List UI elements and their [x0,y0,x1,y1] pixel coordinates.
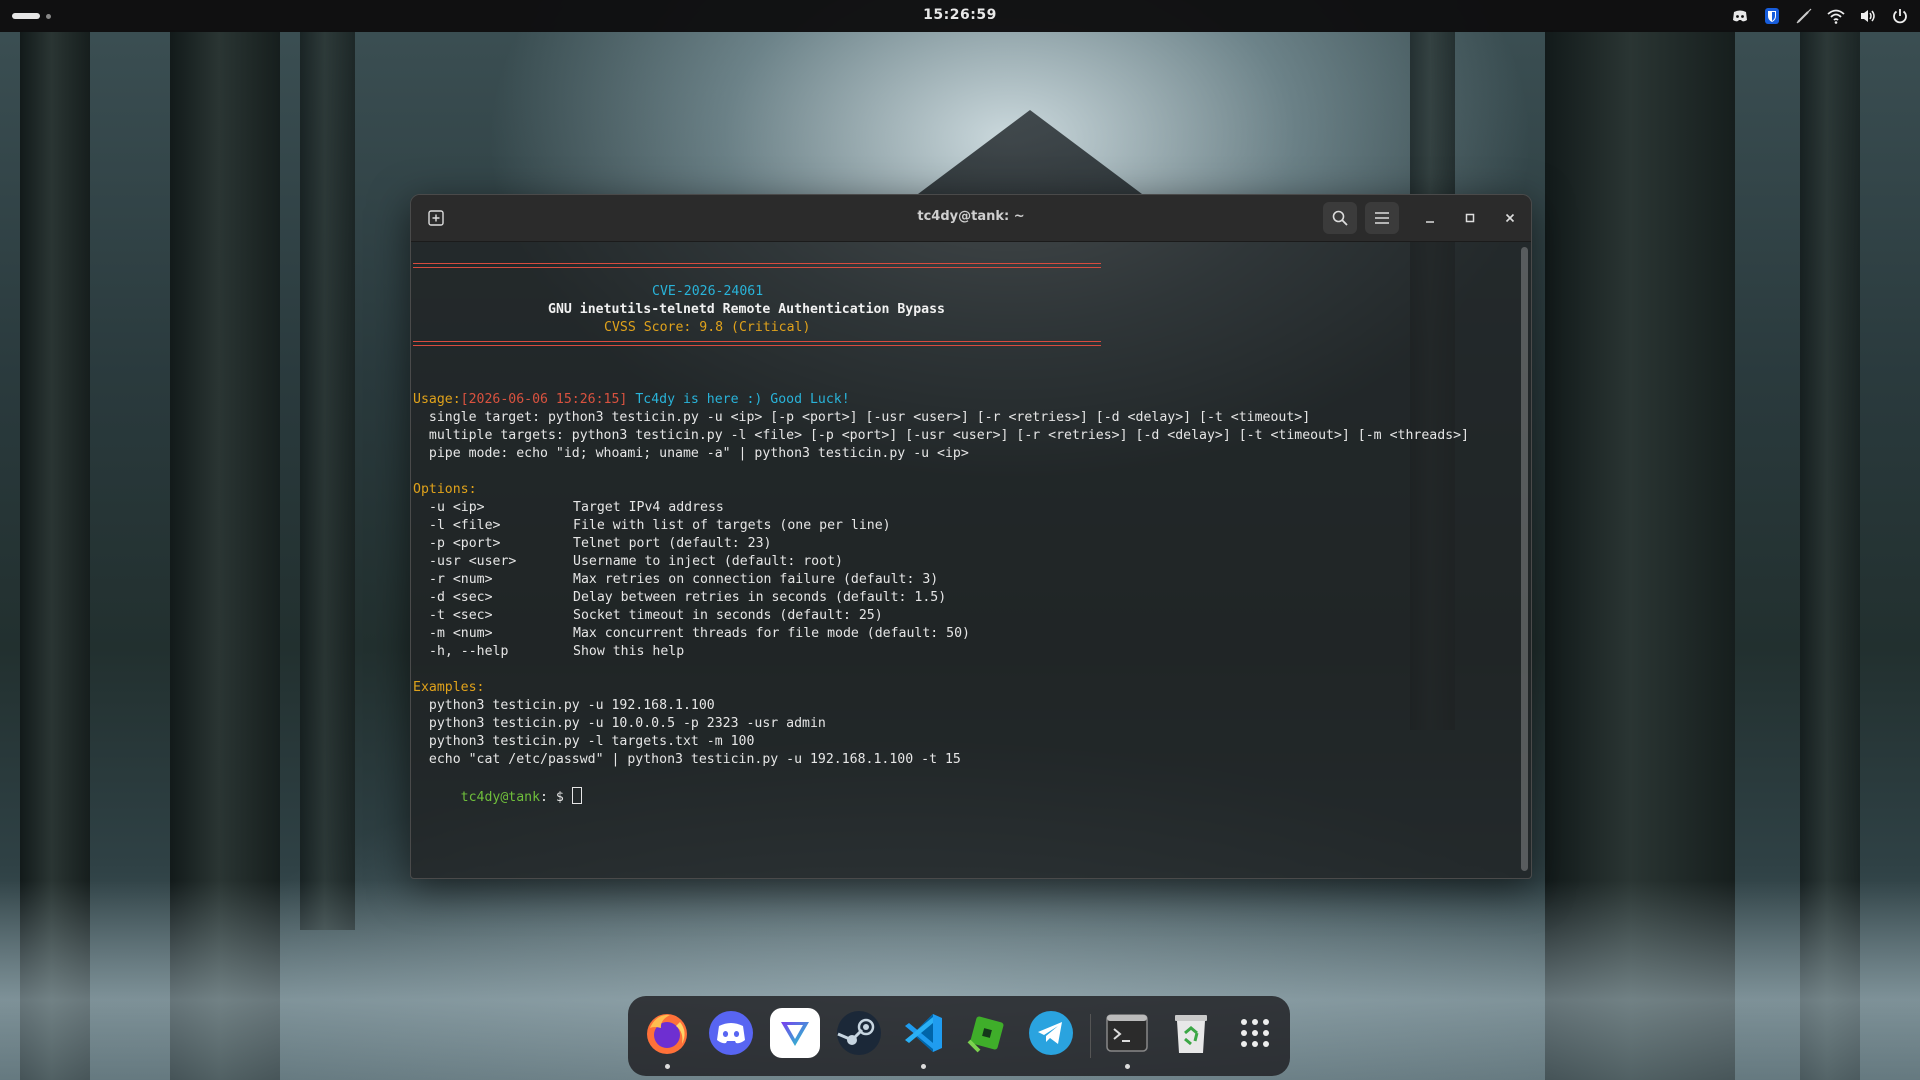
examples-header: Examples: [413,680,485,695]
menu-icon [1375,212,1389,224]
option-flag: -usr <user> [429,554,517,569]
close-button[interactable] [1497,205,1523,231]
terminal-output[interactable]: CVE-2026-24061 GNU inetutils-telnetd Rem… [411,241,1516,878]
discord-icon[interactable] [1730,6,1750,26]
example-line: echo "cat /etc/passwd" | python3 testici… [413,752,961,767]
steam-icon [837,1011,881,1055]
roblox-studio-icon [967,1016,1004,1053]
search-button[interactable] [1323,202,1357,234]
dock-roblox-studio[interactable] [962,1008,1012,1058]
example-line: python3 testicin.py -u 10.0.0.5 -p 2323 … [413,716,826,731]
dock-separator [1090,1014,1091,1058]
dock-telegram[interactable] [1026,1008,1076,1058]
dock-trash[interactable] [1166,1008,1216,1058]
volume-icon[interactable] [1858,6,1878,26]
option-desc: Socket timeout in seconds (default: 25) [573,608,883,623]
dock-discord[interactable] [706,1008,756,1058]
terminal-icon [1106,1014,1148,1052]
dock-terminal[interactable] [1102,1008,1152,1058]
maximize-button[interactable] [1457,205,1483,231]
option-desc: File with list of targets (one per line) [573,518,891,533]
option-flag: -h, --help [429,644,509,659]
maximize-icon [1465,213,1475,223]
usage-line: pipe mode: echo "id; whoami; uname -a" |… [413,446,969,461]
system-tray [1730,6,1910,26]
banner-divider-top [413,263,1101,268]
option-desc: Telnet port (default: 23) [573,536,772,551]
running-indicator [921,1064,926,1069]
vscode-icon [905,1014,942,1052]
telegram-icon [1029,1011,1073,1055]
option-flag: -m <num> [429,626,493,641]
close-icon [1505,213,1515,223]
dock-firefox[interactable] [642,1008,692,1058]
menu-button[interactable] [1365,202,1399,234]
discord-icon [709,1011,753,1055]
option-flag: -l <file> [429,518,501,533]
option-desc: Max concurrent threads for file mode (de… [573,626,970,641]
app-grid-icon [1241,1019,1269,1047]
log-message: Tc4dy is here :) Good Luck! [627,392,850,407]
option-desc: Delay between retries in seconds (defaul… [573,590,947,605]
banner-cvss: CVSS Score: 9.8 (Critical) [604,320,811,335]
dock-app-grid[interactable] [1230,1008,1280,1058]
option-desc: Username to inject (default: root) [573,554,843,569]
usage-line: single target: python3 testicin.py -u <i… [413,410,1311,425]
banner-title: GNU inetutils-telnetd Remote Authenticat… [548,302,945,317]
window-titlebar[interactable]: tc4dy@tank: ~ [411,195,1531,242]
running-indicator [1125,1064,1130,1069]
top-bar: 15:26:59 [0,0,1920,32]
option-flag: -d <sec> [429,590,493,605]
option-desc: Max retries on connection failure (defau… [573,572,939,587]
wifi-icon[interactable] [1826,6,1846,26]
prompt-symbol: : $ [540,790,572,805]
pen-off-icon[interactable] [1794,6,1814,26]
power-icon[interactable] [1890,6,1910,26]
search-icon [1332,210,1348,226]
proton-vpn-icon [781,1022,809,1046]
dock-proton-vpn[interactable] [770,1008,820,1058]
option-flag: -r <num> [429,572,493,587]
firefox-icon [647,1014,687,1054]
option-desc: Target IPv4 address [573,500,724,515]
terminal-scrollbar[interactable] [1521,247,1528,871]
dock [628,996,1290,1076]
trash-icon [1175,1015,1207,1053]
dock-steam[interactable] [834,1008,884,1058]
minimize-button[interactable] [1417,205,1443,231]
usage-header: Usage: [413,392,461,407]
option-flag: -p <port> [429,536,501,551]
option-flag: -t <sec> [429,608,493,623]
banner-divider-bottom [413,341,1101,346]
window-title: tc4dy@tank: ~ [917,209,1025,224]
terminal-window[interactable]: tc4dy@tank: ~ CVE-2026-24061 GNU inetuti… [410,194,1532,879]
example-line: python3 testicin.py -l targets.txt -m 10… [413,734,755,749]
prompt-user: tc4dy@tank [460,790,541,805]
text-cursor [571,787,582,804]
log-timestamp: [2026-06-06 15:26:15] [460,392,628,407]
clock[interactable]: 15:26:59 [0,7,1920,23]
banner-cve: CVE-2026-24061 [652,284,764,299]
usage-line: multiple targets: python3 testicin.py -l… [413,428,1469,443]
shell-prompt[interactable]: tc4dy@tank: $ [413,769,582,825]
example-line: python3 testicin.py -u 192.168.1.100 [413,698,715,713]
option-flag: -u <ip> [429,500,485,515]
bitwarden-icon[interactable] [1762,6,1782,26]
running-indicator [665,1064,670,1069]
dock-vscode[interactable] [898,1008,948,1058]
options-header: Options: [413,482,477,497]
minimize-icon [1426,221,1434,223]
option-desc: Show this help [573,644,685,659]
